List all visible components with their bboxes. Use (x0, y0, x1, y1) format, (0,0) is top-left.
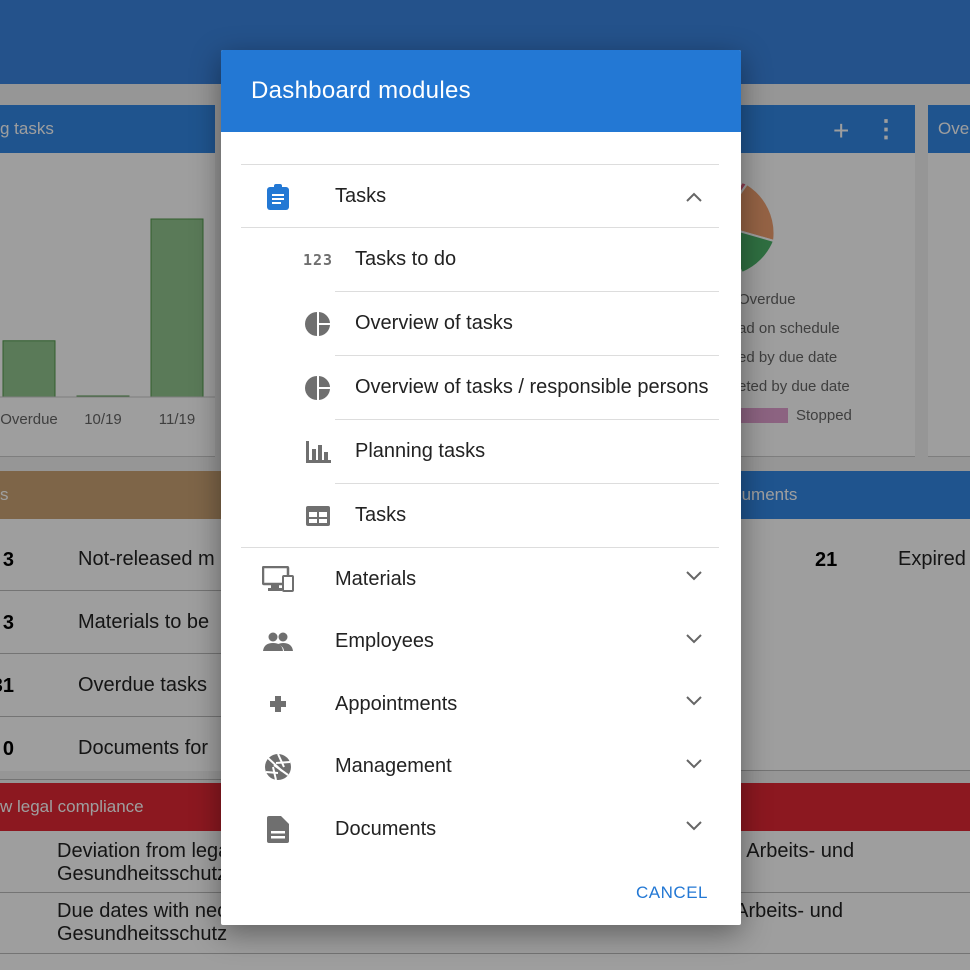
clipboard-icon (241, 183, 315, 210)
aperture-icon (241, 753, 315, 781)
module-item[interactable]: Overview of tasks (241, 292, 719, 355)
pie-chart-icon (241, 375, 355, 401)
pie-chart-icon (241, 311, 355, 337)
chevron-down-icon[interactable] (669, 633, 719, 644)
module-item[interactable]: Tasks (241, 484, 719, 547)
cancel-button[interactable]: CANCEL (636, 883, 708, 903)
bar-chart-icon (241, 440, 355, 463)
group-employees[interactable]: Employees (241, 611, 719, 673)
module-item[interactable]: 123 Tasks to do (241, 228, 719, 291)
chevron-up-icon[interactable] (669, 192, 719, 202)
chevron-down-icon[interactable] (669, 696, 719, 706)
dashboard-modules-dialog: Dashboard modules Tasks 123 Tasks to do Ov… (221, 50, 741, 925)
chevron-down-icon[interactable] (669, 758, 719, 769)
group-documents[interactable]: Documents (241, 798, 719, 860)
people-icon (241, 632, 315, 652)
group-management[interactable]: Management (241, 736, 719, 798)
chevron-down-icon[interactable] (669, 571, 719, 581)
module-item[interactable]: Overview of tasks / responsible persons (241, 356, 719, 419)
document-icon (241, 815, 315, 843)
module-item[interactable]: Planning tasks (241, 420, 719, 483)
devices-icon (241, 566, 315, 592)
group-appointments[interactable]: Appointments (241, 673, 719, 735)
plus-icon (241, 695, 315, 713)
group-tasks[interactable]: Tasks (241, 165, 719, 228)
group-materials[interactable]: Materials (241, 548, 719, 610)
numbers-123-icon: 123 (302, 250, 334, 269)
dialog-title: Dashboard modules (221, 50, 741, 132)
chevron-down-icon[interactable] (669, 821, 719, 831)
table-icon (241, 505, 355, 526)
